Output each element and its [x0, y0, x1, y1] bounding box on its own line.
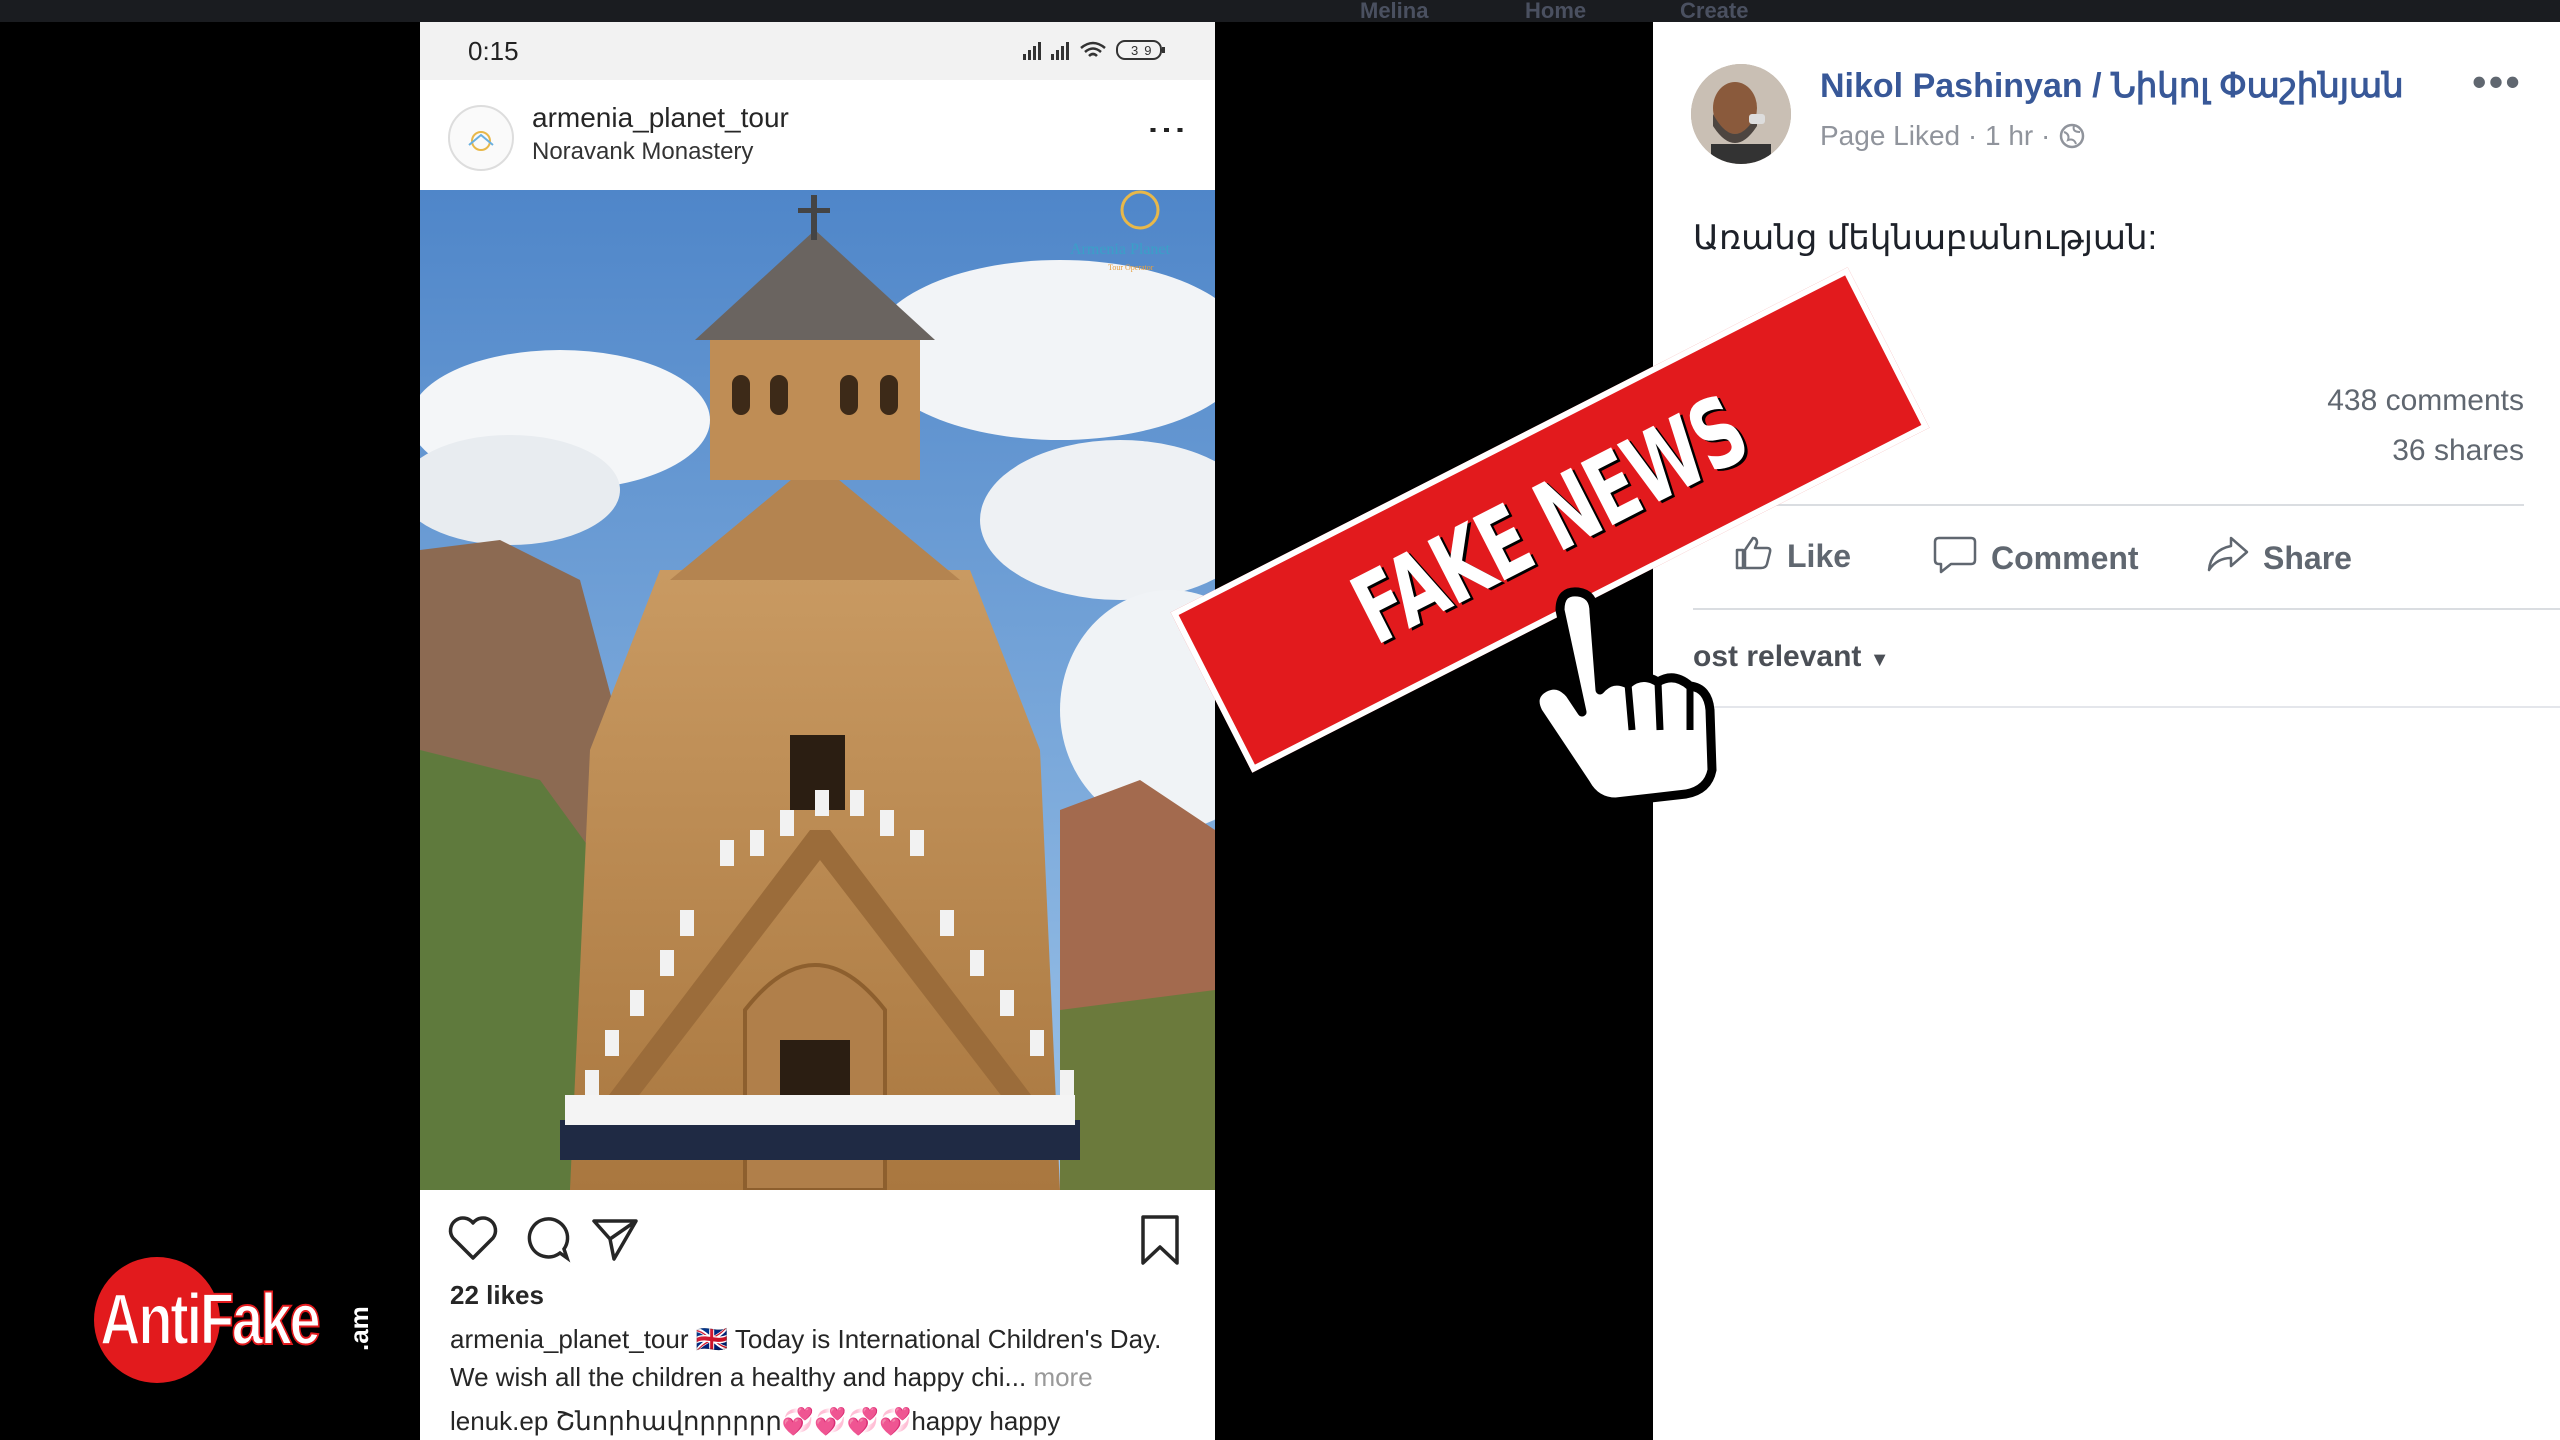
divider — [1693, 608, 2560, 610]
divider — [1693, 706, 2560, 708]
comment-username[interactable]: lenuk.ep — [450, 1406, 548, 1436]
signal-wifi-battery-icons: 39 — [1021, 36, 1171, 68]
share-icon[interactable] — [588, 1213, 642, 1268]
share-label: Share — [2263, 539, 2352, 576]
more-options-icon[interactable]: ⋮ — [1145, 110, 1189, 150]
comment-bubble-icon — [1933, 534, 1977, 582]
watermark-text: Armenia Planet — [1070, 241, 1171, 258]
comment-tail: happy happy — [911, 1406, 1061, 1436]
post-username[interactable]: armenia_planet_tour — [532, 102, 789, 134]
share-arrow-icon — [2205, 534, 2249, 582]
heart-icon[interactable] — [446, 1213, 500, 1268]
comment-label: Comment — [1991, 539, 2139, 576]
comment-icon[interactable] — [520, 1213, 574, 1268]
watermark-subtext: Tour Operator — [1108, 263, 1154, 272]
globe-icon — [2058, 120, 2086, 151]
post-options-icon[interactable]: ••• — [2472, 58, 2522, 106]
page-name[interactable]: Nikol Pashinyan / Նիկոլ Փաշինյան — [1820, 66, 2404, 106]
topbar-item[interactable]: Home — [1525, 0, 1586, 22]
share-button[interactable]: Share — [2205, 534, 2352, 582]
divider — [1693, 504, 2524, 506]
comment-button[interactable]: Comment — [1933, 534, 2139, 582]
shares-count[interactable]: 36 shares — [2392, 434, 2524, 468]
caret-down-icon: ▼ — [1869, 649, 1890, 671]
post-header: armenia_planet_tour Noravank Monastery ⋮ — [420, 80, 1215, 191]
bookmark-icon[interactable] — [1135, 1213, 1185, 1272]
post-photo: Armenia Planet Tour Operator — [420, 190, 1215, 1190]
post-caption: armenia_planet_tour 🇬🇧 Today is Internat… — [450, 1320, 1190, 1396]
topbar-item[interactable]: Melina — [1360, 0, 1428, 22]
antifake-logo: AntiFake .am — [92, 1255, 392, 1385]
status-time: 0:15 — [468, 36, 519, 66]
logo-suffix: .am — [344, 1306, 374, 1351]
post-meta: Page Liked · 1 hr · — [1820, 120, 2086, 152]
phone-status-bar: 0:15 39 — [420, 22, 1215, 80]
instagram-phone-screenshot: 0:15 39 armenia_planet_tour Noravank Mon… — [420, 22, 1215, 1440]
browser-top-bar: Melina Home Create — [0, 0, 2560, 22]
sun-logo-icon — [468, 131, 494, 151]
caption-more-link[interactable]: more — [1033, 1362, 1092, 1392]
comment-text: Շնորհավորրրրր — [555, 1406, 782, 1436]
facebook-post-screenshot: Nikol Pashinyan / Նիկոլ Փաշինյան Page Li… — [1653, 22, 2560, 1440]
like-label: Like — [1787, 537, 1852, 574]
comments-count[interactable]: 438 comments — [2327, 384, 2524, 418]
comment-row: lenuk.ep Շնորհավորրրրր💞💞💞💞happy happy — [450, 1406, 1060, 1437]
post-action-bar — [420, 1207, 1215, 1277]
post-meta-text: Page Liked · 1 hr · — [1820, 120, 2059, 151]
logo-text: AntiFake — [99, 1279, 321, 1361]
like-button[interactable]: Like — [1733, 534, 1851, 578]
likes-count[interactable]: 22 likes — [450, 1280, 544, 1311]
post-location[interactable]: Noravank Monastery — [532, 138, 753, 166]
comment-hearts: 💞💞💞💞 — [781, 1406, 912, 1436]
thumbs-up-icon — [1733, 534, 1773, 578]
account-avatar[interactable] — [448, 105, 514, 171]
caption-username[interactable]: armenia_planet_tour — [450, 1324, 689, 1354]
battery-level: 39 — [1131, 43, 1157, 58]
post-text: Առանց մեկնաբանության: — [1693, 219, 2158, 257]
page-avatar[interactable] — [1691, 64, 1791, 164]
topbar-item[interactable]: Create — [1680, 0, 1748, 22]
pointing-hand-icon — [1520, 580, 1760, 825]
